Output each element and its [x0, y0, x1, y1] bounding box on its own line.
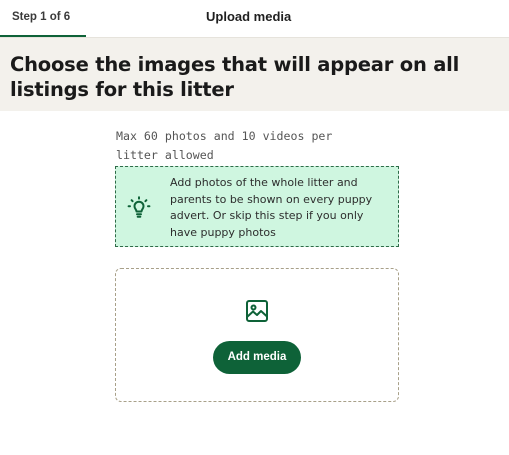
top-bar: Step 1 of 6 Upload media: [0, 0, 509, 38]
image-icon: [245, 299, 269, 323]
step-indicator: Step 1 of 6: [12, 11, 71, 23]
add-media-button[interactable]: Add media: [213, 341, 301, 374]
page-title: Upload media: [206, 9, 292, 24]
step-tab: Step 1 of 6: [0, 0, 86, 37]
media-dropzone[interactable]: Add media: [115, 268, 399, 402]
hero-section: Choose the images that will appear on al…: [0, 38, 509, 111]
hero-title: Choose the images that will appear on al…: [10, 53, 460, 101]
tip-text: Add photos of the whole litter and paren…: [170, 176, 373, 239]
upload-limit-text: Max 60 photos and 10 videos per litter a…: [116, 129, 333, 162]
lightbulb-icon: [127, 196, 151, 220]
tip-box: Add photos of the whole litter and paren…: [115, 166, 399, 247]
